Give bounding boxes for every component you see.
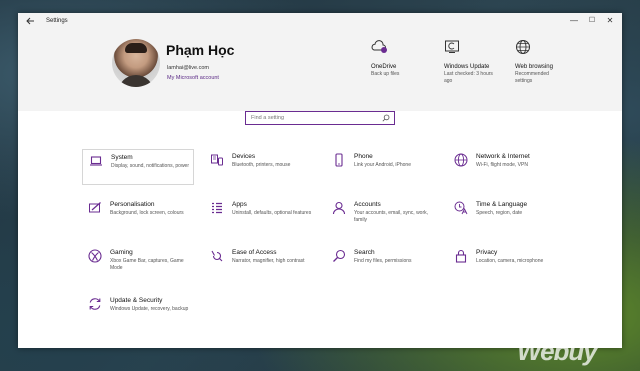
account-header: Phạm Học lamhai@live.com My Microsoft ac…: [18, 31, 622, 111]
lock-icon: [455, 249, 467, 263]
user-name: Phạm Học: [166, 42, 235, 58]
category-name: Personalisation: [110, 201, 155, 208]
category-name: Devices: [232, 153, 256, 160]
category-devices[interactable]: Devices Bluetooth, printers, mouse: [204, 149, 316, 185]
category-desc: Windows Update, recovery, backup: [110, 306, 189, 312]
web-browsing-link[interactable]: Web browsing Recommended settings: [515, 39, 567, 85]
category-desc: Xbox Game Bar, captures, Game Mode: [110, 258, 184, 271]
globe-icon: [454, 153, 468, 167]
search-icon: [333, 249, 346, 262]
window-title: Settings: [46, 18, 68, 24]
apps-icon: [212, 202, 222, 214]
category-name: Network & Internet: [476, 153, 530, 160]
onedrive-icon: [371, 40, 387, 53]
category-name: Update & Security: [110, 297, 163, 304]
category-name: Privacy: [476, 249, 498, 256]
category-time-language[interactable]: Time & Language Speech, region, date: [448, 197, 560, 233]
category-search[interactable]: Search Find my files, permissions: [326, 245, 438, 281]
onedrive-link[interactable]: OneDrive Back up files: [371, 39, 431, 78]
phone-icon: [335, 153, 343, 167]
category-name: Search: [354, 249, 375, 256]
search-icon: [382, 114, 390, 122]
maximize-button[interactable]: ☐: [584, 15, 600, 27]
category-desc: Wi-Fi, flight mode, VPN: [476, 162, 528, 168]
avatar[interactable]: [112, 39, 160, 87]
windows-update-link[interactable]: Windows Update Last checked: 3 hours ago: [444, 39, 500, 85]
windows-update-icon: [445, 40, 459, 53]
category-accounts[interactable]: Accounts Your accounts, email, sync, wor…: [326, 197, 438, 233]
category-desc: Speech, region, date: [476, 210, 523, 216]
category-name: Ease of Access: [232, 249, 277, 256]
category-name: Apps: [232, 201, 247, 208]
category-desc: Find my files, permissions: [354, 258, 412, 264]
category-network-internet[interactable]: Network & Internet Wi-Fi, flight mode, V…: [448, 149, 560, 185]
category-privacy[interactable]: Privacy Location, camera, microphone: [448, 245, 560, 281]
category-desc: Bluetooth, printers, mouse: [232, 162, 291, 168]
category-personalisation[interactable]: Personalisation Background, lock screen,…: [82, 197, 194, 233]
laptop-icon: [90, 156, 102, 166]
category-ease-of-access[interactable]: Ease of Access Narrator, magnifier, high…: [204, 245, 316, 281]
person-icon: [332, 201, 346, 215]
category-name: Accounts: [354, 201, 381, 208]
category-phone[interactable]: Phone Link your Android, iPhone: [326, 149, 438, 185]
onedrive-subtitle: Back up files: [371, 71, 400, 77]
windows-update-subtitle: Last checked: 3 hours ago: [444, 71, 493, 84]
category-update-security[interactable]: Update & Security Windows Update, recove…: [82, 293, 194, 329]
category-name: Phone: [354, 153, 373, 160]
category-system[interactable]: System Display, sound, notifications, po…: [82, 149, 194, 185]
watermark: Webuy: [517, 336, 598, 366]
ease-of-access-icon: [211, 250, 223, 262]
devices-icon: [211, 154, 223, 166]
web-browsing-title: Web browsing: [515, 64, 553, 70]
web-browsing-subtitle: Recommended settings: [515, 71, 549, 84]
minimize-button[interactable]: —: [566, 15, 582, 27]
back-arrow-icon[interactable]: [24, 16, 36, 28]
onedrive-title: OneDrive: [371, 64, 397, 70]
category-apps[interactable]: Apps Uninstall, defaults, optional featu…: [204, 197, 316, 233]
user-email: lamhai@live.com: [167, 65, 209, 71]
globe-icon: [516, 40, 530, 54]
category-name: Gaming: [110, 249, 133, 256]
category-desc: Location, camera, microphone: [476, 258, 544, 264]
microsoft-account-link[interactable]: My Microsoft account: [167, 75, 219, 81]
windows-update-title: Windows Update: [444, 64, 490, 70]
settings-window: Settings — ☐ ✕ Phạm Học lamhai@live.com …: [18, 13, 622, 348]
search-input[interactable]: Find a setting: [245, 111, 395, 125]
time-language-icon: [454, 201, 468, 215]
search-placeholder: Find a setting: [251, 115, 285, 121]
close-button[interactable]: ✕: [602, 15, 618, 27]
update-icon: [89, 298, 101, 310]
category-name: System: [111, 154, 133, 161]
xbox-icon: [88, 249, 102, 263]
category-desc: Link your Android, iPhone: [354, 162, 411, 168]
category-desc: Display, sound, notifications, power: [111, 163, 190, 169]
category-desc: Your accounts, email, sync, work, family: [354, 210, 429, 223]
category-name: Time & Language: [476, 201, 528, 208]
category-desc: Background, lock screen, colours: [110, 210, 184, 216]
title-bar: Settings — ☐ ✕: [18, 13, 622, 31]
category-desc: Uninstall, defaults, optional features: [232, 210, 312, 216]
personalisation-icon: [89, 202, 101, 213]
category-desc: Narrator, magnifier, high contrast: [232, 258, 305, 264]
category-gaming[interactable]: Gaming Xbox Game Bar, captures, Game Mod…: [82, 245, 194, 281]
